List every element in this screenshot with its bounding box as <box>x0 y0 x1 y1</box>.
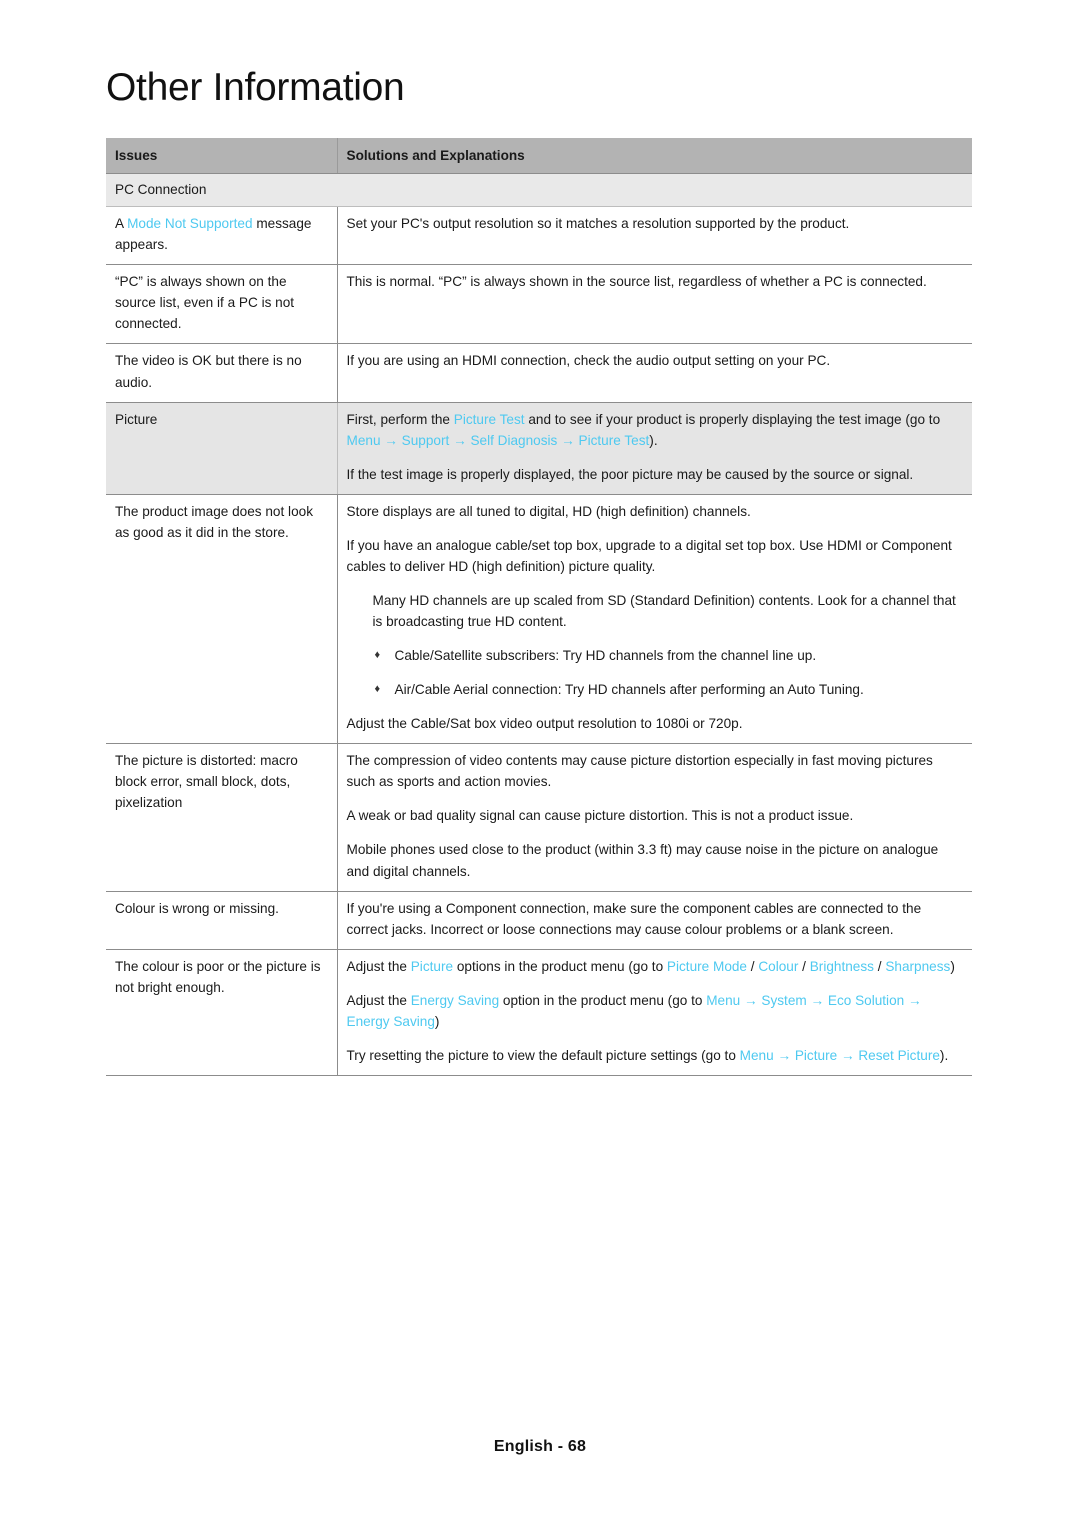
solution-paragraph: If the test image is properly displayed,… <box>346 466 914 482</box>
menu-ref-eco-solution: Eco Solution <box>827 992 905 1008</box>
solution-paragraph: If you are using an HDMI connection, che… <box>346 353 831 369</box>
arrow-icon: → <box>744 992 758 1008</box>
issue-cell: A Mode Not Supported message appears. <box>106 206 338 266</box>
text-segment: option in the product menu (go to <box>499 992 707 1008</box>
solution-cell: The compression of video contents may ca… <box>337 743 972 892</box>
menu-ref-picture-test: Picture Test <box>453 411 525 427</box>
column-header-issues: Issues <box>106 138 338 175</box>
arrow-icon: → <box>907 992 922 1008</box>
solution-paragraph: Set your PC's output resolution so it ma… <box>346 216 850 232</box>
text-segment: options in the product menu (go to <box>453 958 667 974</box>
menu-ref-picture: Picture <box>794 1047 838 1063</box>
issue-cell: The picture is distorted: macro block er… <box>106 743 338 892</box>
solution-cell: If you are using an HDMI connection, che… <box>337 343 972 403</box>
issue-cell: Picture <box>106 402 338 495</box>
menu-ref-colour: Colour <box>758 958 799 974</box>
column-header-solutions: Solutions and Explanations <box>337 138 972 175</box>
troubleshooting-table: Issues Solutions and Explanations PC Con… <box>106 138 972 1076</box>
list-item: ♦ Air/Cable Aerial connection: Try HD cha… <box>373 679 964 700</box>
issue-cell: The colour is poor or the picture is not… <box>106 949 338 1076</box>
section-row-pc-connection: PC Connection <box>106 173 972 208</box>
troubleshooting-table-wrapper: Issues Solutions and Explanations PC Con… <box>106 138 972 1076</box>
menu-ref-reset-picture: Reset Picture <box>858 1047 940 1063</box>
text-segment: and to see if your product is properly d… <box>524 411 941 427</box>
issue-cell: “PC” is always shown on the source list,… <box>106 264 338 345</box>
menu-ref-picture-mode: Picture Mode <box>666 958 747 974</box>
text-segment: Adjust the <box>346 958 411 974</box>
solution-paragraph: A weak or bad quality signal can cause p… <box>346 808 854 824</box>
menu-ref-self-diagnosis: Self Diagnosis <box>470 432 558 448</box>
table-row: The picture is distorted: macro block er… <box>106 743 972 892</box>
table-row: Colour is wrong or missing. If you're us… <box>106 891 972 950</box>
arrow-icon: → <box>810 992 825 1008</box>
text-separator: / <box>747 958 759 974</box>
list-item: ♦ Cable/Satellite subscribers: Try HD cha… <box>373 645 964 666</box>
bullet-icon: ♦ <box>374 683 381 696</box>
arrow-icon: → <box>840 1047 855 1063</box>
text-segment: Adjust the <box>346 992 411 1008</box>
menu-ref-system: System <box>761 992 807 1008</box>
solution-paragraph: If you have an analogue cable/set top bo… <box>346 537 952 574</box>
text-segment: First, perform the <box>346 411 454 427</box>
page-footer: English - 68 <box>493 1438 587 1455</box>
menu-ref-menu: Menu <box>706 992 741 1008</box>
solution-paragraph: Mobile phones used close to the product … <box>346 842 939 879</box>
solution-paragraph: Try resetting the picture to view the de… <box>347 1045 964 1066</box>
menu-ref-support: Support <box>401 432 450 448</box>
list-item-text: Cable/Satellite subscribers: Try HD chan… <box>394 648 817 664</box>
table-header-row: Issues Solutions and Explanations <box>106 138 972 175</box>
text-segment: Try resetting the picture to view the de… <box>346 1047 740 1063</box>
list-item-text: Air/Cable Aerial connection: Try HD chan… <box>394 682 864 698</box>
issue-cell: The product image does not look as good … <box>106 494 338 745</box>
issue-text-prefix: A <box>115 216 128 232</box>
solution-cell: If you're using a Component connection, … <box>337 891 972 950</box>
solution-cell: This is normal. “PC” is always shown in … <box>337 264 972 345</box>
section-label: PC Connection <box>106 173 972 208</box>
arrow-icon: → <box>384 432 398 448</box>
solution-paragraph: If you're using a Component connection, … <box>346 900 922 937</box>
text-segment: ). <box>649 432 658 448</box>
solution-cell: First, perform the Picture Test and to s… <box>337 402 972 495</box>
solution-paragraph: Adjust the Cable/Sat box video output re… <box>346 716 743 732</box>
arrow-icon: → <box>561 432 575 448</box>
solution-cell: Store displays are all tuned to digital,… <box>337 494 972 745</box>
menu-ref-energy-saving: Energy Saving <box>410 992 500 1008</box>
bullet-icon: ♦ <box>374 649 381 662</box>
page-title: Other Information <box>106 66 405 109</box>
table-row: A Mode Not Supported message appears. Se… <box>106 206 972 266</box>
menu-ref-sharpness: Sharpness <box>885 958 951 974</box>
menu-ref-brightness: Brightness <box>809 958 874 974</box>
issue-highlight-mode-not-supported: Mode Not Supported <box>127 216 253 232</box>
issue-cell: The video is OK but there is no audio. <box>106 343 338 403</box>
solution-paragraph: Store displays are all tuned to digital,… <box>346 503 751 519</box>
solution-paragraph: The compression of video contents may ca… <box>346 753 933 790</box>
issue-cell: Colour is wrong or missing. <box>106 891 338 950</box>
solution-cell: Adjust the Picture options in the produc… <box>337 949 972 1076</box>
menu-ref-energy-saving-2: Energy Saving <box>346 1013 435 1029</box>
menu-ref-picture-test-2: Picture Test <box>578 432 650 448</box>
menu-ref-menu: Menu <box>739 1047 774 1063</box>
menu-ref-picture: Picture <box>410 958 454 974</box>
document-page: Other Information Issues Solutions and E… <box>0 0 1080 1519</box>
text-segment: ) <box>950 958 955 974</box>
text-segment: ). <box>939 1047 949 1063</box>
text-separator: / <box>798 958 810 974</box>
arrow-icon: → <box>777 1047 792 1063</box>
menu-ref-menu: Menu <box>346 432 381 448</box>
table-row: The video is OK but there is no audio. I… <box>106 343 972 403</box>
table-row: The product image does not look as good … <box>106 494 972 745</box>
table-row: “PC” is always shown on the source list,… <box>106 264 972 345</box>
solution-paragraph: Adjust the Energy Saving option in the p… <box>347 990 964 1032</box>
text-segment: ) <box>434 1013 440 1029</box>
solution-paragraph: First, perform the Picture Test and to s… <box>347 409 964 451</box>
table-row: The colour is poor or the picture is not… <box>106 949 972 1076</box>
solution-paragraph: Adjust the Picture options in the produc… <box>347 956 964 977</box>
text-separator: / <box>873 958 886 974</box>
solution-paragraph: This is normal. “PC” is always shown in … <box>346 274 927 290</box>
solution-paragraph-indented: Many HD channels are up scaled from SD (… <box>372 592 956 629</box>
arrow-icon: → <box>453 432 467 448</box>
table-row-picture: Picture First, perform the Picture Test … <box>106 402 972 495</box>
solution-cell: Set your PC's output resolution so it ma… <box>337 206 972 266</box>
